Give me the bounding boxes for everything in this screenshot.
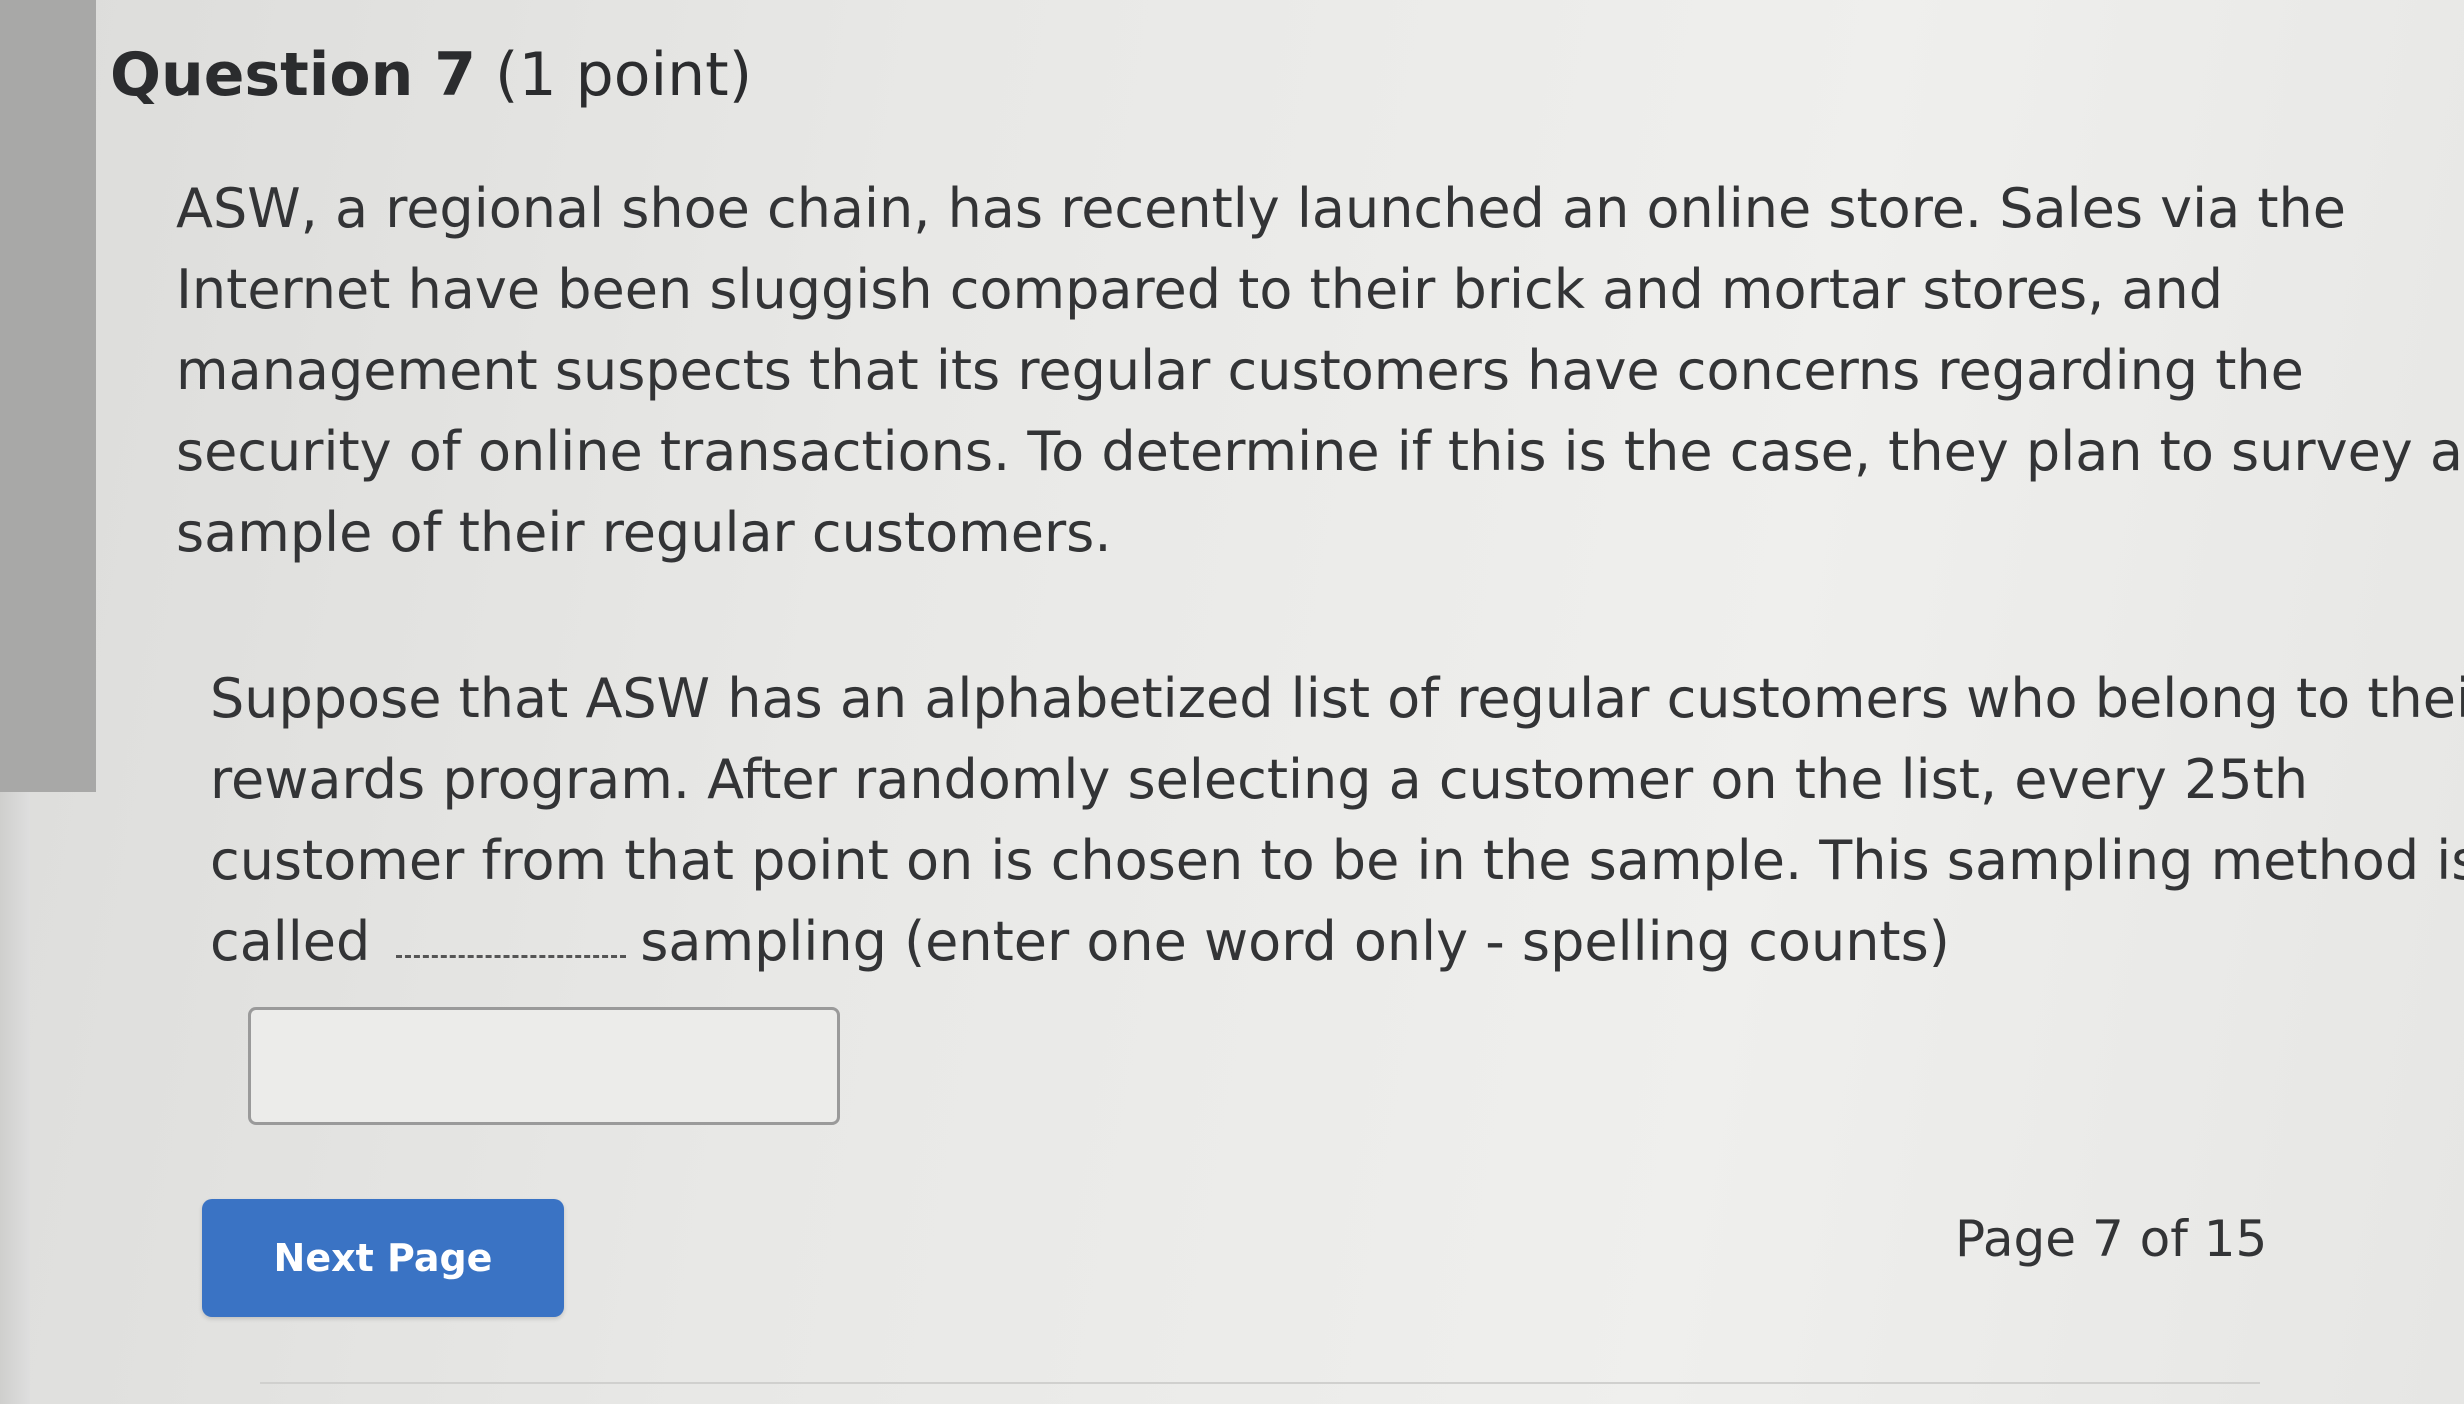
paragraph-line: Suppose that ASW has an alphabetized lis… [210, 667, 2464, 730]
divider [260, 1382, 2260, 1384]
question-paragraph-2: Suppose that ASW has an alphabetized lis… [210, 658, 2464, 982]
page-indicator: Page 7 of 15 [1955, 1210, 2268, 1268]
paragraph-line: sample of their regular customers. [176, 501, 1112, 564]
paragraph-line: called sampling (enter one word only - sp… [210, 901, 2464, 982]
paragraph-line: Internet have been sluggish compared to … [176, 258, 2224, 321]
next-page-button[interactable]: Next Page [202, 1199, 564, 1317]
paragraph-line: customer from that point on is chosen to… [210, 829, 2464, 892]
text-after-blank: sampling (enter one word only - spelling… [640, 910, 1950, 973]
paragraph-line: ASW, a regional shoe chain, has recently… [176, 177, 2346, 240]
paragraph-line: management suspects that its regular cus… [176, 339, 2304, 402]
paragraph-line: security of online transactions. To dete… [176, 420, 2464, 483]
answer-input[interactable] [248, 1007, 840, 1125]
screen: Question 7 (1 point) ASW, a regional sho… [0, 0, 2464, 1404]
text-before-blank: called [210, 910, 371, 973]
fill-in-blank [396, 955, 627, 958]
question-heading: Question 7 (1 point) [110, 40, 752, 110]
question-title: Question 7 [110, 40, 476, 110]
paragraph-line: rewards program. After randomly selectin… [210, 748, 2309, 811]
question-paragraph-1: ASW, a regional shoe chain, has recently… [176, 168, 2463, 573]
question-points: (1 point) [495, 40, 753, 110]
question-marker-bar [0, 0, 96, 792]
